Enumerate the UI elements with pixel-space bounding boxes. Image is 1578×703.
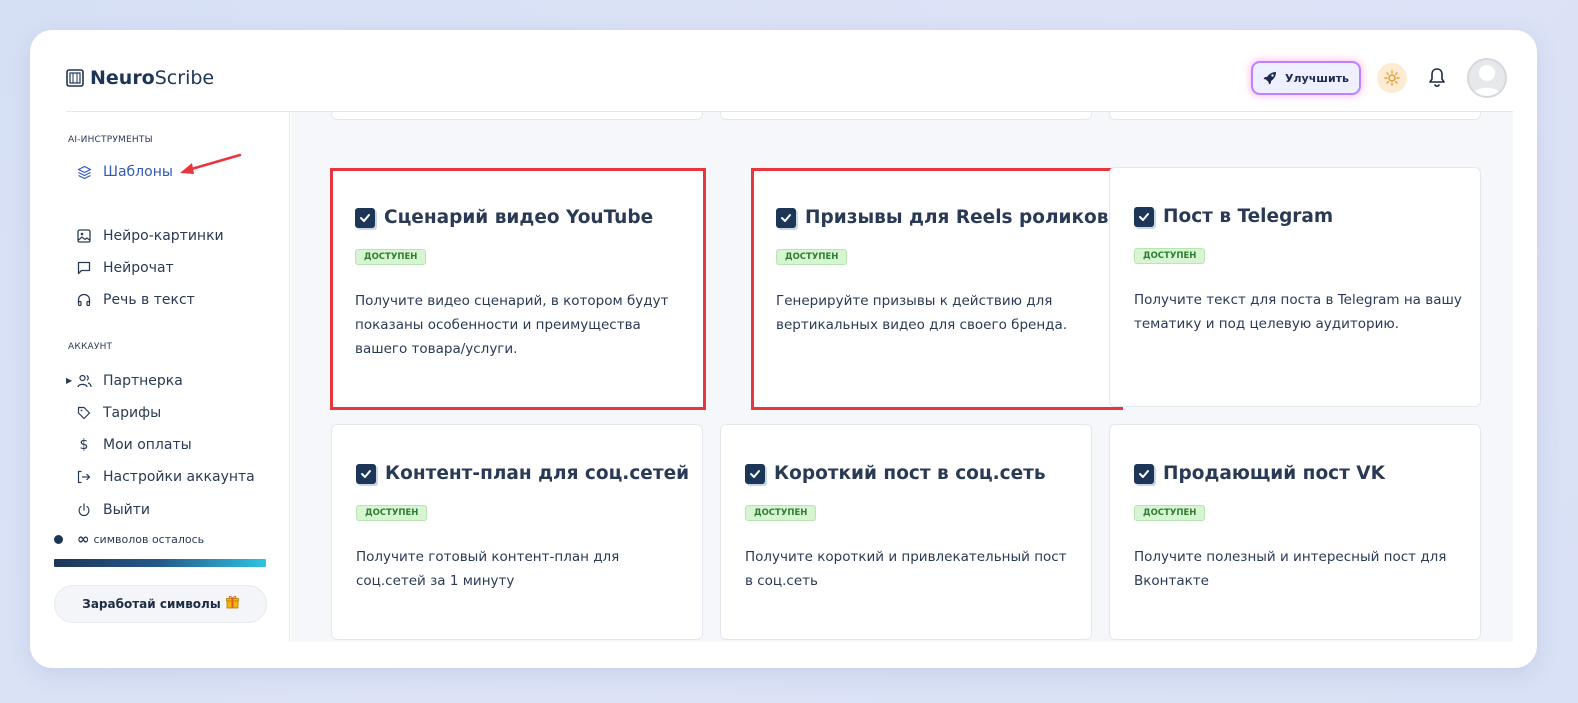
annotation-arrow-icon (180, 153, 242, 174)
checkbox-icon (356, 463, 376, 484)
status-dot (54, 534, 63, 544)
status-badge: ДОСТУПЕН (1134, 248, 1206, 264)
tag-icon (76, 405, 92, 421)
users-icon (76, 373, 92, 389)
template-card-content-plan[interactable]: Контент-план для соц.сетей ДОСТУПЕН Полу… (331, 424, 703, 640)
top-header: Neuro Scribe Улучшить (66, 30, 1513, 112)
sidebar-item-account-settings[interactable]: Настройки аккаунта (76, 466, 255, 488)
caret-right-icon[interactable]: ▶ (66, 376, 72, 385)
card-title-row: Призывы для Reels роликов (776, 207, 1108, 228)
avatar[interactable] (1467, 58, 1507, 98)
earn-symbols-button[interactable]: Заработай символы (54, 585, 267, 623)
headphones-icon (76, 292, 92, 308)
sidebar-item-label: Тарифы (103, 405, 162, 421)
power-icon (76, 502, 92, 518)
logo-text-light: Scribe (154, 67, 215, 89)
image-icon (76, 228, 92, 244)
sidebar-item-my-payments[interactable]: $ Мои оплаты (76, 434, 192, 456)
sidebar-item-partner[interactable]: Партнерка (76, 370, 183, 392)
status-badge: ДОСТУПЕН (745, 505, 817, 521)
sidebar: AI-ИНСТРУМЕНТЫ Шаблоны Нейро-картинки Не… (30, 112, 290, 642)
bell-icon[interactable] (1427, 67, 1447, 89)
template-card-reels-cta[interactable]: Призывы для Reels роликов ДОСТУПЕН Генер… (751, 168, 1123, 410)
logout-arrow-icon (76, 469, 92, 485)
sidebar-item-label: Выйти (103, 502, 151, 518)
card-description: Получите короткий и привлекательный пост… (745, 549, 1067, 589)
section-title-ai-tools: AI-ИНСТРУМЕНТЫ (68, 135, 153, 145)
template-card-vk-sales-post[interactable]: Продающий пост VK ДОСТУПЕН Получите поле… (1109, 424, 1481, 640)
header-actions: Улучшить (1251, 58, 1507, 98)
card-title: Короткий пост в соц.сеть (774, 463, 1046, 484)
sidebar-item-neuro-images[interactable]: Нейро-картинки (76, 225, 224, 247)
template-card-partial[interactable] (720, 112, 1092, 120)
sidebar-item-label: Нейрочат (103, 260, 174, 276)
card-description: Получите текст для поста в Telegram на в… (1134, 292, 1462, 332)
sidebar-item-speech-to-text[interactable]: Речь в текст (76, 289, 195, 311)
theme-toggle-button[interactable] (1377, 63, 1407, 93)
dollar-icon: $ (79, 437, 89, 453)
logo[interactable]: Neuro Scribe (66, 67, 214, 89)
sidebar-item-label: Мои оплаты (103, 437, 192, 453)
chars-remaining: ∞ символов осталось (54, 530, 204, 548)
card-title-row: Сценарий видео YouTube (355, 207, 653, 228)
checkbox-icon (776, 207, 796, 228)
sidebar-item-logout[interactable]: Выйти (76, 499, 150, 521)
template-card-telegram-post[interactable]: Пост в Telegram ДОСТУПЕН Получите текст … (1109, 167, 1481, 407)
sidebar-item-label: Нейро-картинки (103, 228, 224, 244)
sidebar-item-label: Настройки аккаунта (103, 469, 255, 485)
template-card-short-post[interactable]: Короткий пост в соц.сеть ДОСТУПЕН Получи… (720, 424, 1092, 640)
templates-grid: Сценарий видео YouTube ДОСТУПЕН Получите… (291, 112, 1513, 642)
gift-icon (225, 595, 239, 613)
sidebar-item-label: Партнерка (103, 373, 183, 389)
card-description: Получите готовый контент-план для соц.се… (356, 549, 620, 589)
sidebar-item-label: Речь в текст (103, 292, 195, 308)
checkbox-icon (745, 463, 765, 484)
upgrade-label: Улучшить (1285, 71, 1349, 85)
card-title-row: Контент-план для соц.сетей (356, 463, 689, 484)
layers-icon (76, 164, 92, 180)
status-badge: ДОСТУПЕН (1134, 505, 1206, 521)
rocket-icon (1263, 72, 1277, 85)
logo-text-bold: Neuro (90, 67, 155, 89)
sidebar-item-label: Шаблоны (103, 164, 173, 180)
checkbox-icon (1134, 463, 1154, 484)
user-avatar-icon (1472, 65, 1502, 96)
chars-remaining-label: символов осталось (93, 532, 205, 546)
card-title: Контент-план для соц.сетей (385, 463, 690, 484)
sidebar-item-tariffs[interactable]: Тарифы (76, 402, 161, 424)
logo-icon (66, 69, 84, 87)
card-description: Получите видео сценарий, в котором будут… (355, 293, 669, 357)
card-title: Призывы для Reels роликов (805, 207, 1109, 228)
infinity-symbol: ∞ (77, 530, 90, 548)
card-description: Получите полезный и интересный пост для … (1134, 549, 1447, 589)
card-title: Сценарий видео YouTube (384, 207, 654, 228)
status-badge: ДОСТУПЕН (356, 505, 428, 521)
sun-icon (1384, 70, 1400, 86)
app-window: Neuro Scribe Улучшить AI-ИНСТРУМЕНТЫ Шаб… (30, 30, 1537, 668)
sidebar-item-neurochat[interactable]: Нейрочат (76, 257, 174, 279)
card-title-row: Продающий пост VK (1134, 463, 1385, 484)
chars-progress-bar (54, 559, 266, 567)
section-title-account: АККАУНТ (68, 342, 113, 352)
chat-icon (76, 260, 92, 276)
template-card-partial[interactable] (1109, 112, 1481, 120)
status-badge: ДОСТУПЕН (776, 249, 848, 265)
checkbox-icon (1134, 206, 1154, 227)
card-title: Продающий пост VK (1163, 463, 1385, 484)
card-title-row: Короткий пост в соц.сеть (745, 463, 1046, 484)
checkbox-icon (355, 207, 375, 228)
status-badge: ДОСТУПЕН (355, 249, 427, 265)
sidebar-item-templates[interactable]: Шаблоны (76, 161, 173, 183)
card-description: Генерируйте призывы к действию для верти… (776, 293, 1068, 333)
card-title: Пост в Telegram (1163, 206, 1334, 227)
template-card-partial[interactable] (331, 112, 703, 120)
upgrade-button[interactable]: Улучшить (1251, 61, 1361, 95)
earn-symbols-label: Заработай символы (82, 597, 221, 611)
template-card-youtube-script[interactable]: Сценарий видео YouTube ДОСТУПЕН Получите… (330, 168, 706, 410)
card-title-row: Пост в Telegram (1134, 206, 1333, 227)
